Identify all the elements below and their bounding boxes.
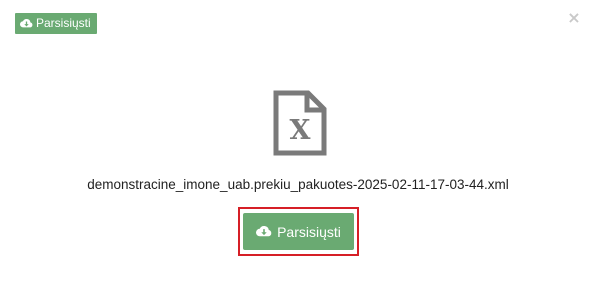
file-name: demonstracine_imone_uab.prekiu_pakuotes-… <box>87 177 509 192</box>
download-button-label: Parsisiųsti <box>277 223 341 240</box>
download-button[interactable]: Parsisiųsti <box>243 213 354 250</box>
top-download-label: Parsisiųsti <box>36 16 91 30</box>
cloud-download-icon <box>20 18 33 29</box>
top-download-button[interactable]: Parsisiųsti <box>15 13 97 34</box>
download-dialog: Parsisiųsti × X demonstracine_imone_uab.… <box>0 0 596 288</box>
close-icon[interactable]: × <box>567 8 581 28</box>
xml-file-icon: X <box>272 89 328 157</box>
cloud-download-icon <box>256 225 272 238</box>
file-icon-letter: X <box>290 115 311 146</box>
